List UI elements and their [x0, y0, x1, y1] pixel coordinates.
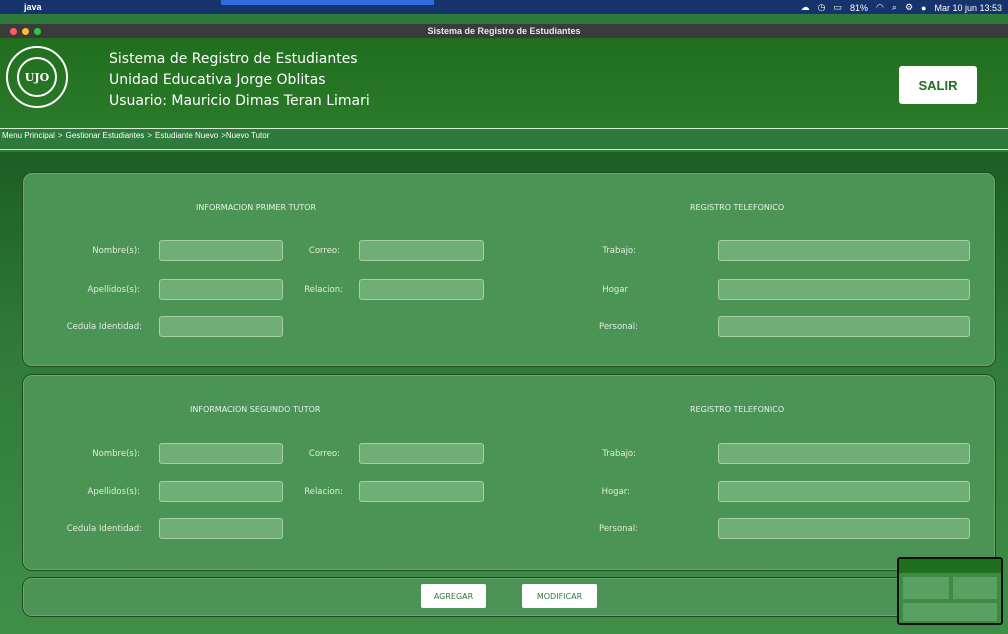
wifi-icon[interactable]: ◠ [876, 2, 884, 13]
cedula-label: Cedula Identidad: [66, 322, 142, 332]
control-center-icon[interactable]: ⚙ [905, 2, 913, 13]
crumb-nuevo-tutor: >Nuevo Tutor [221, 131, 270, 140]
breadcrumb: Menu Principal > Gestionar Estudiantes > Est… [2, 131, 272, 140]
close-window-button[interactable] [10, 28, 17, 35]
clock-icon[interactable]: ◷ [818, 2, 826, 13]
salir-button[interactable]: SALIR [899, 66, 977, 104]
school-name: Unidad Educativa Jorge Oblitas [109, 72, 326, 88]
nombre-label: Nombre(s): [92, 449, 140, 459]
system-name: Sistema de Registro de Estudiantes [109, 51, 358, 67]
correo-label: Correo: [308, 449, 340, 459]
apellidos-label: Apellidos(s): [87, 285, 140, 295]
nombre-label: Nombre(s): [92, 246, 140, 256]
datetime[interactable]: Mar 10 jun 13:53 [934, 3, 1002, 13]
tutor1-cedula-input[interactable] [159, 316, 283, 337]
thumb-block [903, 577, 949, 599]
primer-tutor-panel [22, 172, 996, 367]
segundo-tutor-panel [22, 374, 996, 571]
tutor2-hogar-input[interactable] [718, 481, 970, 502]
search-icon[interactable]: ⌕ [892, 2, 897, 13]
window-titlebar: Sistema de Registro de Estudiantes [0, 24, 1008, 38]
crumb-estudiante-nuevo[interactable]: Estudiante Nuevo [155, 131, 218, 140]
minimize-window-button[interactable] [22, 28, 29, 35]
zoom-window-button[interactable] [34, 28, 41, 35]
apellidos-label: Apellidos(s): [87, 487, 140, 497]
thumb-block [903, 603, 997, 621]
relacion-label: Relacion: [304, 285, 343, 295]
hogar-label: Hogar [602, 285, 628, 295]
primer-telefono-title: REGISTRO TELEFONICO [690, 203, 785, 212]
tutor1-hogar-input[interactable] [718, 279, 970, 300]
actions-panel [22, 577, 996, 617]
siri-icon[interactable]: ● [921, 3, 926, 13]
agregar-button[interactable]: AGREGAR [421, 584, 486, 608]
personal-label: Personal: [599, 524, 638, 534]
modificar-button[interactable]: MODIFICAR [522, 584, 597, 608]
system-menubar: java ☁ ◷ ▭ 81% ◠ ⌕ ⚙ ● Mar 10 jun 13:53 [0, 0, 1008, 14]
tutor2-trabajo-input[interactable] [718, 443, 970, 464]
battery-text[interactable]: 81% [850, 3, 868, 13]
screenshot-thumbnail[interactable] [897, 557, 1003, 625]
app-header: UJO Sistema de Registro de Estudiantes U… [0, 38, 1008, 128]
personal-label: Personal: [599, 322, 638, 332]
tutor2-nombre-input[interactable] [159, 443, 283, 464]
app-menu[interactable]: java [24, 2, 42, 12]
segundo-telefono-title: REGISTRO TELEFONICO [690, 405, 785, 414]
divider-bottom [0, 149, 1008, 150]
crumb-sep: > [57, 131, 63, 140]
logo-emblem: UJO [17, 57, 57, 97]
tutor1-personal-input[interactable] [718, 316, 970, 337]
trabajo-label: Trabajo: [602, 246, 636, 256]
tutor2-apellidos-input[interactable] [159, 481, 283, 502]
tutor2-relacion-input[interactable] [359, 481, 484, 502]
tutor1-nombre-input[interactable] [159, 240, 283, 261]
tutor1-correo-input[interactable] [359, 240, 484, 261]
cedula-label: Cedula Identidad: [66, 524, 142, 534]
hogar-label: Hogar: [601, 487, 630, 497]
crumb-gestionar[interactable]: Gestionar Estudiantes [66, 131, 145, 140]
thumb-header [899, 559, 1001, 573]
window-title: Sistema de Registro de Estudiantes [427, 26, 581, 36]
school-logo: UJO [6, 46, 68, 108]
cloud-icon[interactable]: ☁ [801, 2, 810, 13]
correo-label: Correo: [308, 246, 340, 256]
status-area: ☁ ◷ ▭ 81% ◠ ⌕ ⚙ ● Mar 10 jun 13:53 [801, 2, 1002, 13]
tutor1-trabajo-input[interactable] [718, 240, 970, 261]
trabajo-label: Trabajo: [602, 449, 636, 459]
segundo-tutor-title: INFORMACION SEGUNDO TUTOR [190, 405, 321, 414]
tutor2-correo-input[interactable] [359, 443, 484, 464]
tutor1-relacion-input[interactable] [359, 279, 484, 300]
primer-tutor-title: INFORMACION PRIMER TUTOR [196, 203, 317, 212]
header-text: Sistema de Registro de Estudiantes Unida… [109, 49, 370, 112]
user-name: Usuario: Mauricio Dimas Teran Limari [109, 93, 370, 109]
tutor2-personal-input[interactable] [718, 518, 970, 539]
logo-text: UJO [24, 70, 50, 84]
divider-top [0, 128, 1008, 129]
tutor1-apellidos-input[interactable] [159, 279, 283, 300]
window-controls [10, 28, 41, 35]
relacion-label: Relacion: [304, 487, 343, 497]
crumb-menu-principal[interactable]: Menu Principal [2, 131, 55, 140]
thumb-block [953, 577, 997, 599]
tutor2-cedula-input[interactable] [159, 518, 283, 539]
crumb-sep: > [147, 131, 152, 140]
display-icon[interactable]: ▭ [834, 2, 843, 13]
menu-highlight [221, 0, 434, 5]
